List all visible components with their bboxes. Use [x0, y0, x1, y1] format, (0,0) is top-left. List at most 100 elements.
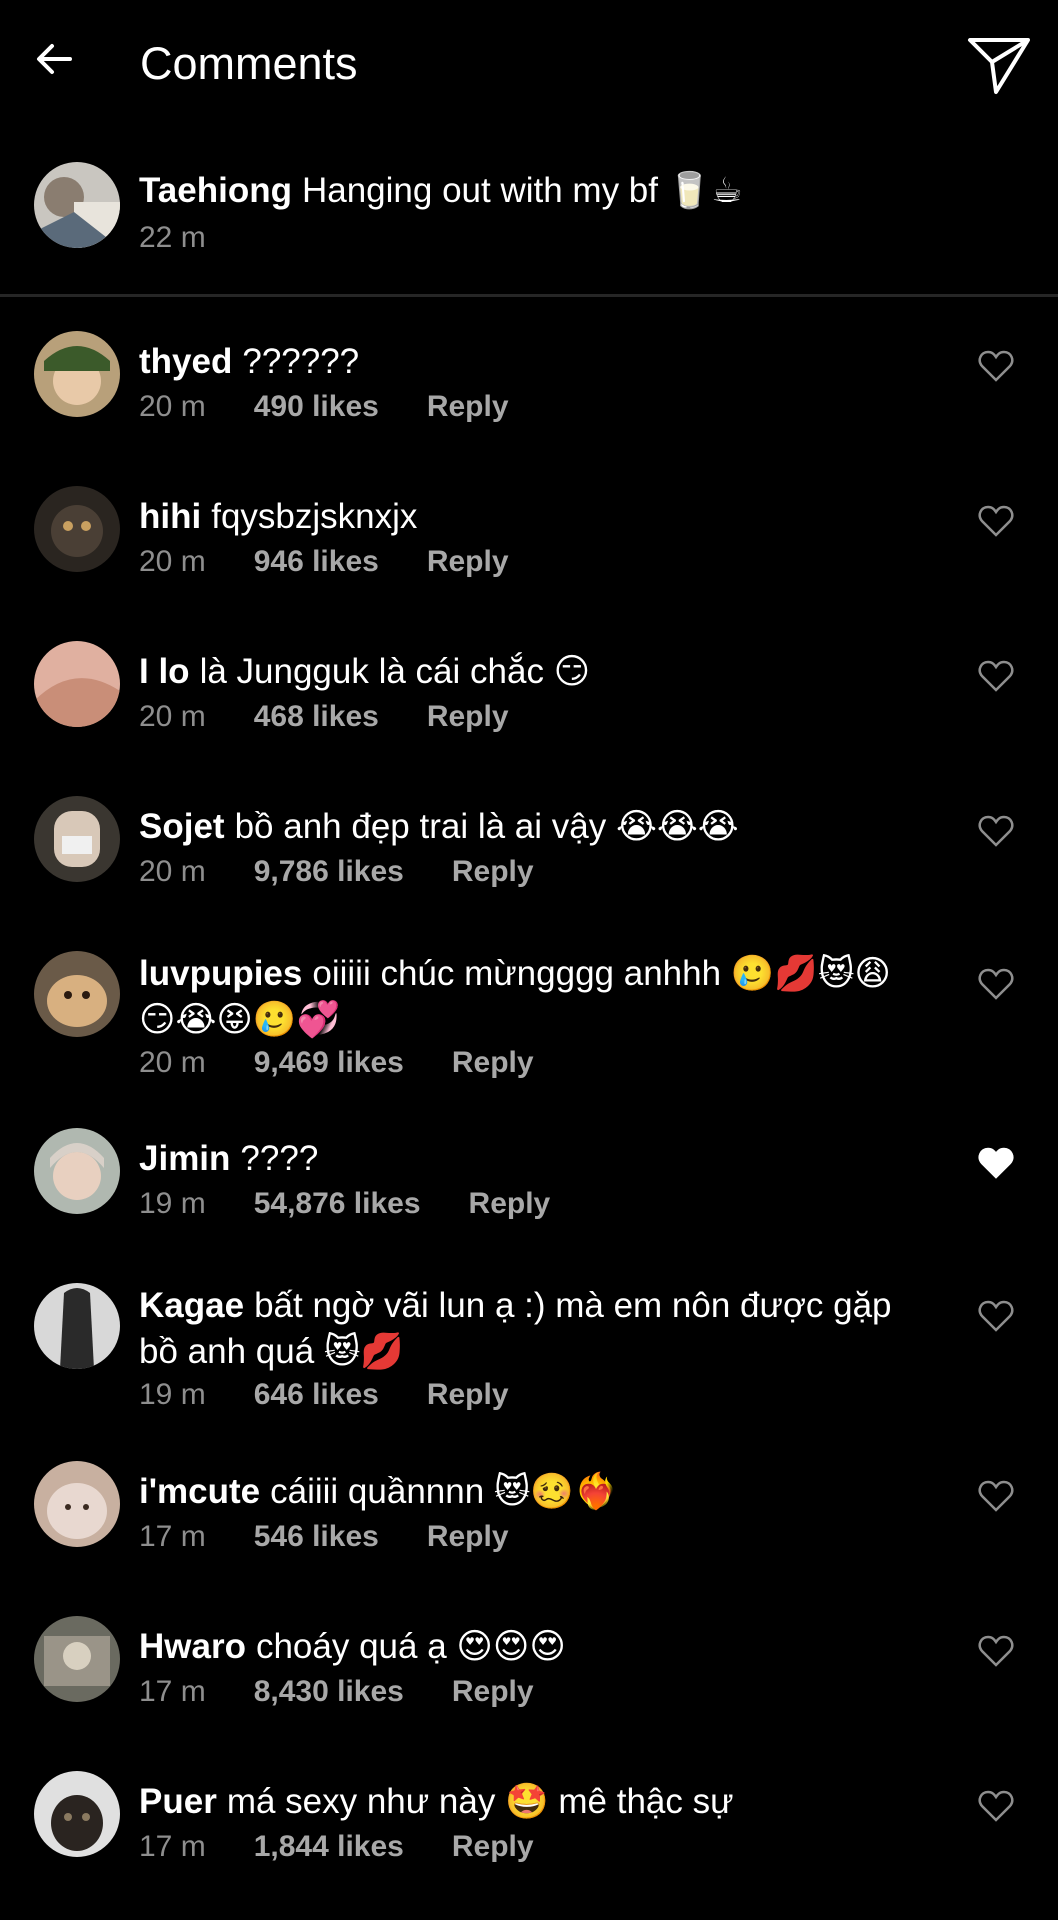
- caption-text: Taehiong Hanging out with my bf 🥛☕: [139, 168, 909, 214]
- heart-outline-icon[interactable]: [978, 349, 1014, 383]
- reply-button[interactable]: Reply: [427, 1378, 509, 1411]
- avatar[interactable]: [34, 486, 120, 572]
- heart-filled-icon[interactable]: [978, 1146, 1014, 1180]
- reply-button[interactable]: Reply: [427, 390, 509, 423]
- comment-body: ????: [240, 1139, 319, 1178]
- comment-body: má sexy như này 🤩 mê thậc sự: [226, 1782, 734, 1821]
- comment-meta: 17 m 546 likes Reply: [139, 1517, 509, 1557]
- comment-body: là Jungguk là cái chắc 😏: [199, 652, 591, 691]
- heart-outline-icon[interactable]: [978, 1789, 1014, 1823]
- comment-text: i'mcute cáiiii quầnnnn 😻🥴❤️‍🔥: [139, 1469, 909, 1515]
- avatar[interactable]: [34, 1771, 120, 1857]
- heart-outline-icon[interactable]: [978, 504, 1014, 538]
- comment-body: fqysbzjsknxjx: [211, 497, 418, 536]
- comment-username[interactable]: hihi: [139, 497, 201, 536]
- comment-time: 20 m: [139, 1046, 206, 1079]
- back-arrow-icon[interactable]: [30, 34, 80, 84]
- avatar[interactable]: [34, 331, 120, 417]
- reply-button[interactable]: Reply: [427, 1520, 509, 1553]
- send-icon[interactable]: [966, 32, 1032, 98]
- avatar[interactable]: [34, 1283, 120, 1369]
- comment-body: ??????: [242, 342, 360, 381]
- comment-meta: 20 m 946 likes Reply: [139, 542, 509, 582]
- comment-username[interactable]: luvpupies: [139, 954, 302, 993]
- comment-username[interactable]: Sojet: [139, 807, 225, 846]
- comment-time: 20 m: [139, 545, 206, 578]
- comment-time: 20 m: [139, 390, 206, 423]
- avatar[interactable]: [34, 1461, 120, 1547]
- comment-likes[interactable]: 8,430 likes: [254, 1675, 404, 1708]
- comment-time: 19 m: [139, 1378, 206, 1411]
- comment-username[interactable]: Jimin: [139, 1139, 230, 1178]
- avatar[interactable]: [34, 1128, 120, 1214]
- avatar[interactable]: [34, 796, 120, 882]
- comment-meta: 19 m 646 likes Reply: [139, 1375, 509, 1415]
- comment-body: bồ anh đẹp trai là ai vậy 😭😭😭: [234, 807, 739, 846]
- heart-outline-icon[interactable]: [978, 1634, 1014, 1668]
- comment-body: cáiiii quầnnnn 😻🥴❤️‍🔥: [270, 1472, 618, 1511]
- caption-time: 22 m: [139, 221, 206, 254]
- comment-likes[interactable]: 468 likes: [254, 700, 379, 733]
- heart-outline-icon[interactable]: [978, 1299, 1014, 1333]
- avatar[interactable]: [34, 951, 120, 1037]
- comment-likes[interactable]: 546 likes: [254, 1520, 379, 1553]
- reply-button[interactable]: Reply: [452, 855, 534, 888]
- comment-text: Hwaro choáy quá ạ 😍😍😍: [139, 1624, 909, 1670]
- comment-username[interactable]: Puer: [139, 1782, 217, 1821]
- comment-username[interactable]: thyed: [139, 342, 232, 381]
- comment-meta: 20 m 468 likes Reply: [139, 697, 509, 737]
- comment-likes[interactable]: 946 likes: [254, 545, 379, 578]
- comment-text: thyed??????: [139, 339, 909, 385]
- reply-button[interactable]: Reply: [427, 700, 509, 733]
- comment-meta: 20 m 490 likes Reply: [139, 387, 509, 427]
- heart-outline-icon[interactable]: [978, 967, 1014, 1001]
- header-bar: Comments: [0, 0, 1058, 130]
- comment-username[interactable]: Hwaro: [139, 1627, 246, 1666]
- comment-likes[interactable]: 490 likes: [254, 390, 379, 423]
- comment-likes[interactable]: 9,469 likes: [254, 1046, 404, 1079]
- reply-button[interactable]: Reply: [452, 1830, 534, 1863]
- comment-time: 20 m: [139, 855, 206, 888]
- avatar[interactable]: [34, 1616, 120, 1702]
- comment-text: Puer má sexy như này 🤩 mê thậc sự: [139, 1779, 909, 1825]
- avatar[interactable]: [34, 641, 120, 727]
- comment-text: Kagae bất ngờ vãi lun ạ :) mà em nôn được…: [139, 1283, 909, 1375]
- comment-time: 20 m: [139, 700, 206, 733]
- heart-outline-icon[interactable]: [978, 1479, 1014, 1513]
- heart-outline-icon[interactable]: [978, 814, 1014, 848]
- reply-button[interactable]: Reply: [452, 1675, 534, 1708]
- comment-body: bất ngờ vãi lun ạ :) mà em nôn được gặp …: [139, 1286, 892, 1371]
- comment-text: Jimin????: [139, 1136, 909, 1182]
- comment-meta: 20 m 9,786 likes Reply: [139, 852, 534, 892]
- comment-likes[interactable]: 54,876 likes: [254, 1187, 421, 1220]
- comment-meta: 17 m 8,430 likes Reply: [139, 1672, 534, 1712]
- comment-text: luvpupies oiiiii chúc mừngggg anhhh 🥲💋😻😩😏…: [139, 951, 909, 1043]
- comment-text: Sojet bồ anh đẹp trai là ai vậy 😭😭😭: [139, 804, 909, 850]
- comment-text: I lo là Jungguk là cái chắc 😏: [139, 649, 909, 695]
- comment-likes[interactable]: 646 likes: [254, 1378, 379, 1411]
- reply-button[interactable]: Reply: [427, 545, 509, 578]
- comment-username[interactable]: i'mcute: [139, 1472, 260, 1511]
- comment-meta: 20 m 9,469 likes Reply: [139, 1043, 534, 1083]
- reply-button[interactable]: Reply: [469, 1187, 551, 1220]
- page-title: Comments: [140, 38, 358, 89]
- comment-text: hihi fqysbzjsknxjx: [139, 494, 909, 540]
- avatar[interactable]: [34, 162, 120, 248]
- comment-likes[interactable]: 1,844 likes: [254, 1830, 404, 1863]
- reply-button[interactable]: Reply: [452, 1046, 534, 1079]
- comment-meta: 19 m 54,876 likes Reply: [139, 1184, 550, 1224]
- caption-username[interactable]: Taehiong: [139, 171, 292, 210]
- caption-body: Hanging out with my bf 🥛☕: [301, 171, 743, 210]
- comment-time: 17 m: [139, 1520, 206, 1553]
- divider: [0, 294, 1058, 297]
- comment-likes[interactable]: 9,786 likes: [254, 855, 404, 888]
- comment-time: 17 m: [139, 1830, 206, 1863]
- comment-time: 17 m: [139, 1675, 206, 1708]
- heart-outline-icon[interactable]: [978, 659, 1014, 693]
- post-caption: Taehiong Hanging out with my bf 🥛☕ 22 m: [0, 158, 1058, 258]
- comment-username[interactable]: Kagae: [139, 1286, 244, 1325]
- comment-time: 19 m: [139, 1187, 206, 1220]
- comment-meta: 17 m 1,844 likes Reply: [139, 1827, 534, 1867]
- comment-body: choáy quá ạ 😍😍😍: [255, 1627, 566, 1666]
- comment-username[interactable]: I lo: [139, 652, 190, 691]
